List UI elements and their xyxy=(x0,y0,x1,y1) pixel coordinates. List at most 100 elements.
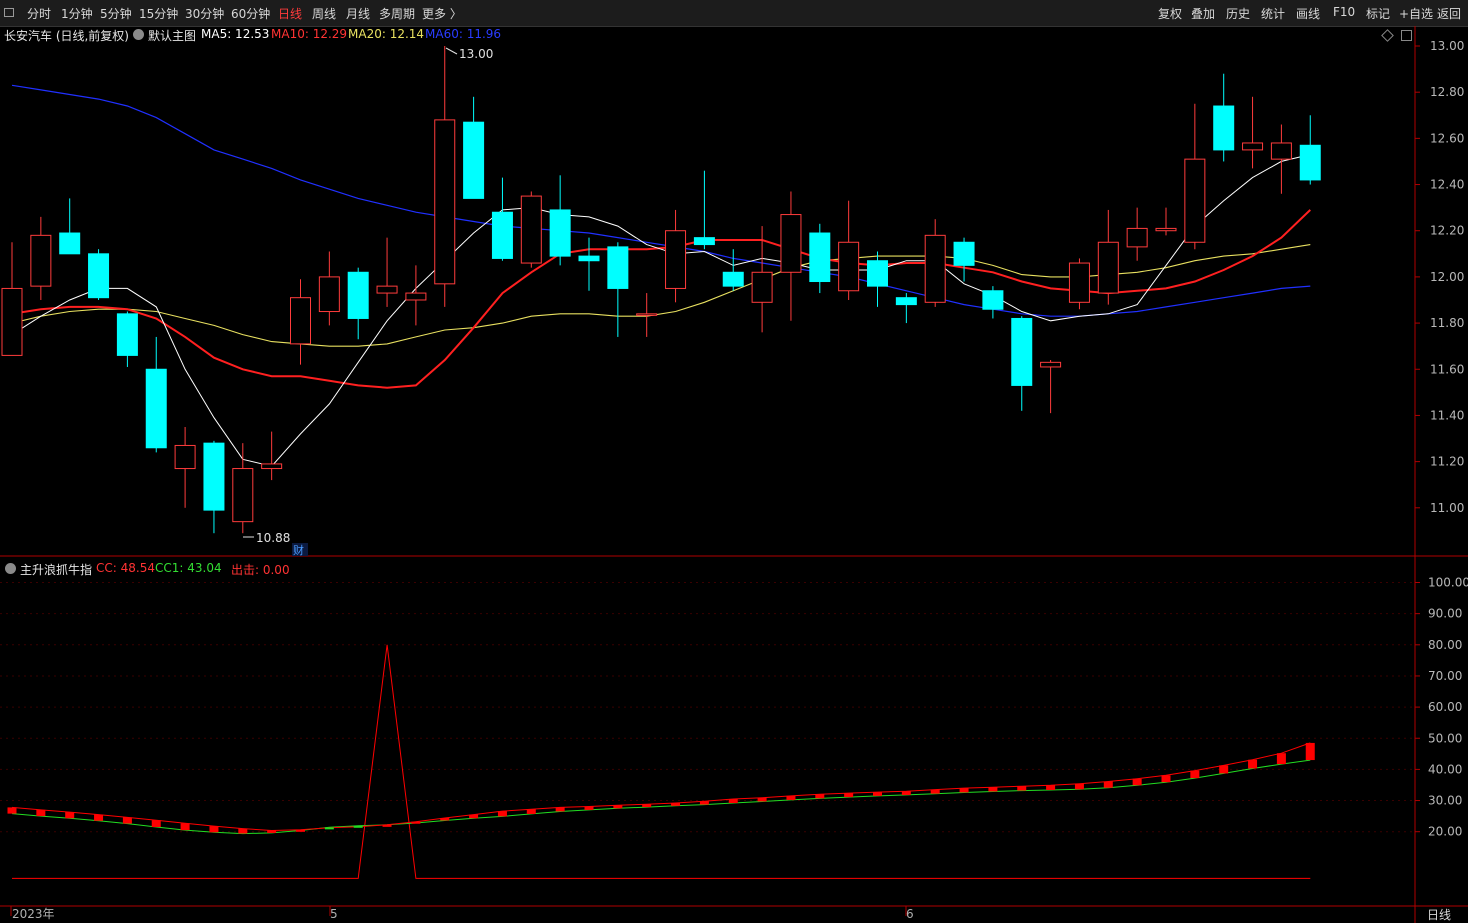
candle-body-down xyxy=(203,442,225,511)
candle-body-up xyxy=(434,119,456,285)
cc-bar xyxy=(151,820,161,828)
candle-body-down xyxy=(549,209,571,257)
cc-bar xyxy=(526,809,536,814)
candle-body-up xyxy=(520,195,542,264)
candle-body-down xyxy=(809,232,831,283)
price-tick-label: 11.00 xyxy=(1430,501,1464,515)
cc-bar xyxy=(642,804,652,808)
indicator-tick-label: 80.00 xyxy=(1428,638,1462,652)
candle-body-down xyxy=(116,313,138,356)
candle-body-down xyxy=(895,297,917,306)
high-price-label: 13.00 xyxy=(459,47,493,61)
fin-marker[interactable]: 财 xyxy=(293,543,304,557)
x-label-may: 5 xyxy=(330,907,338,921)
price-tick-label: 11.40 xyxy=(1430,408,1464,422)
cc-bar xyxy=(930,789,940,794)
candle-body-down xyxy=(1299,144,1321,181)
cc-bar xyxy=(65,812,75,819)
indicator-tick-label: 40.00 xyxy=(1428,762,1462,776)
cc-bar xyxy=(238,828,248,834)
cc-bar xyxy=(411,821,421,824)
candle-body-down xyxy=(347,271,369,319)
indicator-tick-label: 20.00 xyxy=(1428,825,1462,839)
candle-body-up xyxy=(751,271,773,303)
candle-body-down xyxy=(953,241,975,266)
cc-bar xyxy=(180,823,190,831)
indicator-tick-label: 70.00 xyxy=(1428,669,1462,683)
cc-bar xyxy=(844,793,854,798)
indicator-tick-label: 90.00 xyxy=(1428,607,1462,621)
cc-bar xyxy=(497,811,507,817)
cc-bar xyxy=(1074,783,1084,790)
cc-bar xyxy=(122,817,132,824)
out-line xyxy=(12,644,1311,879)
price-tick-label: 12.00 xyxy=(1430,270,1464,284)
ma10-line xyxy=(11,209,1311,389)
price-tick-label: 13.00 xyxy=(1430,39,1464,53)
price-tick-label: 11.60 xyxy=(1430,362,1464,376)
cc-bar xyxy=(353,825,363,828)
candle-body-up xyxy=(405,292,427,301)
candle-body-up xyxy=(1040,361,1062,368)
candle-body-up xyxy=(1097,241,1119,294)
candle-body-up xyxy=(318,276,340,313)
kline-chart[interactable]: 13.00 12.80 12.60 12.40 12.20 12.00 11.80 11.60… xyxy=(0,0,1468,923)
cc-bar xyxy=(469,814,479,819)
candle-body-down xyxy=(722,271,744,287)
cc-bar xyxy=(699,801,709,805)
cc-bar xyxy=(324,827,334,830)
candle-body-up xyxy=(1242,142,1264,151)
candle-body-down xyxy=(578,255,600,262)
cc-bar xyxy=(1103,781,1113,788)
candle-body-up xyxy=(376,285,398,294)
cc1-line xyxy=(11,759,1311,835)
candle-body-up xyxy=(1126,227,1148,248)
price-tick-label: 11.20 xyxy=(1430,455,1464,469)
candle-body-down xyxy=(491,211,513,259)
cc-bar xyxy=(786,795,796,800)
cc-bar xyxy=(440,817,450,821)
cc-bar xyxy=(873,792,882,796)
candle-body-up xyxy=(1184,158,1206,243)
candle-body-up xyxy=(232,468,254,523)
candle-body-up xyxy=(290,297,311,345)
cc-bar xyxy=(1248,759,1258,769)
candle-body-up xyxy=(665,230,687,289)
cc-bar xyxy=(209,826,219,833)
candle-body-down xyxy=(693,237,715,246)
cc-bar xyxy=(555,807,565,812)
candle-body-up xyxy=(924,234,946,303)
candle-body-up xyxy=(636,313,658,316)
candle-body-up xyxy=(1155,227,1177,232)
candle-body-up xyxy=(30,234,52,287)
cc-bar xyxy=(36,809,46,817)
price-tick-label: 12.60 xyxy=(1430,131,1464,145)
cc-bar xyxy=(728,798,738,804)
cc-bar xyxy=(1017,786,1027,791)
indicator-tick-label: 30.00 xyxy=(1428,794,1462,808)
cc-bar xyxy=(901,791,911,795)
cc-bar xyxy=(1305,742,1315,761)
candle-body-up xyxy=(1,287,23,356)
cc-bar xyxy=(671,803,681,806)
candle-body-up xyxy=(780,214,802,273)
candle-body-down xyxy=(1011,317,1033,386)
candle-body-down xyxy=(88,253,110,299)
price-tick-label: 11.80 xyxy=(1430,316,1464,330)
candle-body-up xyxy=(1068,262,1090,303)
cc-bar xyxy=(94,814,104,821)
cc-bar xyxy=(1190,770,1200,779)
cc-bar xyxy=(1219,765,1229,774)
candle-body-down xyxy=(607,246,629,289)
cc-bar xyxy=(1132,778,1142,786)
indicator-tick-label: 60.00 xyxy=(1428,700,1462,714)
cc-bar xyxy=(757,797,767,802)
period-indicator-label: 日线 xyxy=(1427,908,1452,922)
candle-body-down xyxy=(59,232,81,255)
x-label-june: 6 xyxy=(906,907,914,921)
cc-bar xyxy=(382,824,392,827)
indicator-tick-label: 100.00 xyxy=(1428,576,1468,590)
candle-body-down xyxy=(982,290,1004,310)
cc-bar xyxy=(296,829,305,832)
candle-body-down xyxy=(463,121,485,199)
